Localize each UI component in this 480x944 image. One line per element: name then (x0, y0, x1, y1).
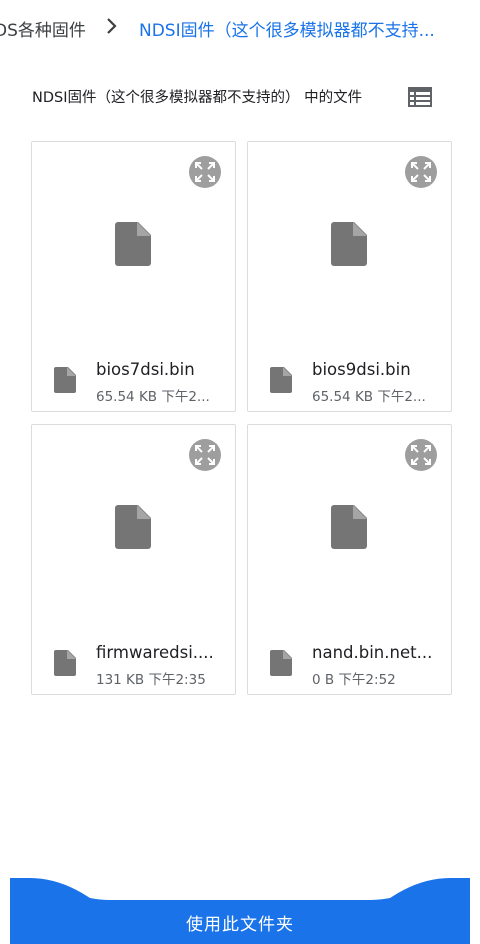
use-this-folder-button[interactable]: 使用此文件夹 (18, 900, 462, 944)
file-thumbnail-icon (115, 222, 151, 266)
file-card[interactable]: nand.bin.net... 0 B 下午2:52 (247, 424, 452, 695)
file-thumbnail-icon (331, 505, 367, 549)
file-name: bios9dsi.bin (312, 360, 411, 379)
folder-title: NDSI固件（这个很多模拟器都不支持的） 中的文件 (32, 90, 363, 106)
breadcrumb-item-current[interactable]: NDSI固件（这个很多模拟器都不支持... (139, 16, 469, 41)
file-meta: 0 B 下午2:52 (312, 672, 396, 688)
file-name: firmwaredsi.... (96, 643, 214, 662)
file-thumbnail-icon (115, 505, 151, 549)
breadcrumb: DS各种固件 NDSI固件（这个很多模拟器都不支持... (0, 0, 480, 56)
file-name: nand.bin.net... (312, 643, 433, 662)
file-icon (270, 367, 292, 393)
file-icon (54, 650, 76, 676)
file-card[interactable]: bios9dsi.bin 65.54 KB 下午2... (247, 141, 452, 412)
file-meta: 65.54 KB 下午2... (96, 389, 210, 405)
expand-icon[interactable] (405, 156, 437, 188)
file-icon (270, 650, 292, 676)
file-card[interactable]: bios7dsi.bin 65.54 KB 下午2... (31, 141, 236, 412)
breadcrumb-item-parent[interactable]: DS各种固件 (0, 16, 86, 41)
file-thumbnail-icon (331, 222, 367, 266)
file-card[interactable]: firmwaredsi.... 131 KB 下午2:35 (31, 424, 236, 695)
expand-icon[interactable] (189, 439, 221, 471)
file-meta: 131 KB 下午2:35 (96, 672, 206, 688)
list-view-icon[interactable] (408, 85, 432, 109)
file-meta: 65.54 KB 下午2... (312, 389, 426, 405)
expand-icon[interactable] (405, 439, 437, 471)
file-icon (54, 367, 76, 393)
expand-icon[interactable] (189, 156, 221, 188)
chevron-right-icon (107, 18, 117, 34)
file-name: bios7dsi.bin (96, 360, 195, 379)
